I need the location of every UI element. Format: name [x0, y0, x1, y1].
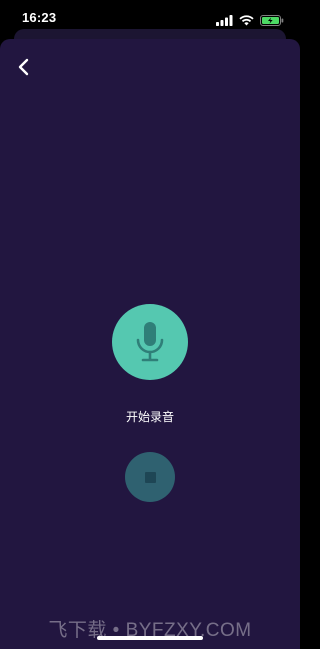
recorder-sheet: 开始录音 飞下载 • BYFZXY.COM [0, 39, 300, 649]
stop-button[interactable] [125, 452, 175, 502]
battery-icon [260, 11, 284, 30]
home-indicator [97, 636, 203, 640]
microphone-icon [136, 322, 164, 362]
stop-icon [144, 471, 156, 483]
status-time: 16:23 [22, 10, 57, 25]
chevron-left-icon [18, 58, 29, 76]
signal-icon [216, 11, 233, 30]
record-button[interactable] [112, 304, 188, 380]
back-button[interactable] [12, 55, 36, 79]
start-recording-label: 开始录音 [125, 410, 174, 424]
wifi-icon [239, 11, 254, 30]
status-indicators [216, 11, 284, 30]
